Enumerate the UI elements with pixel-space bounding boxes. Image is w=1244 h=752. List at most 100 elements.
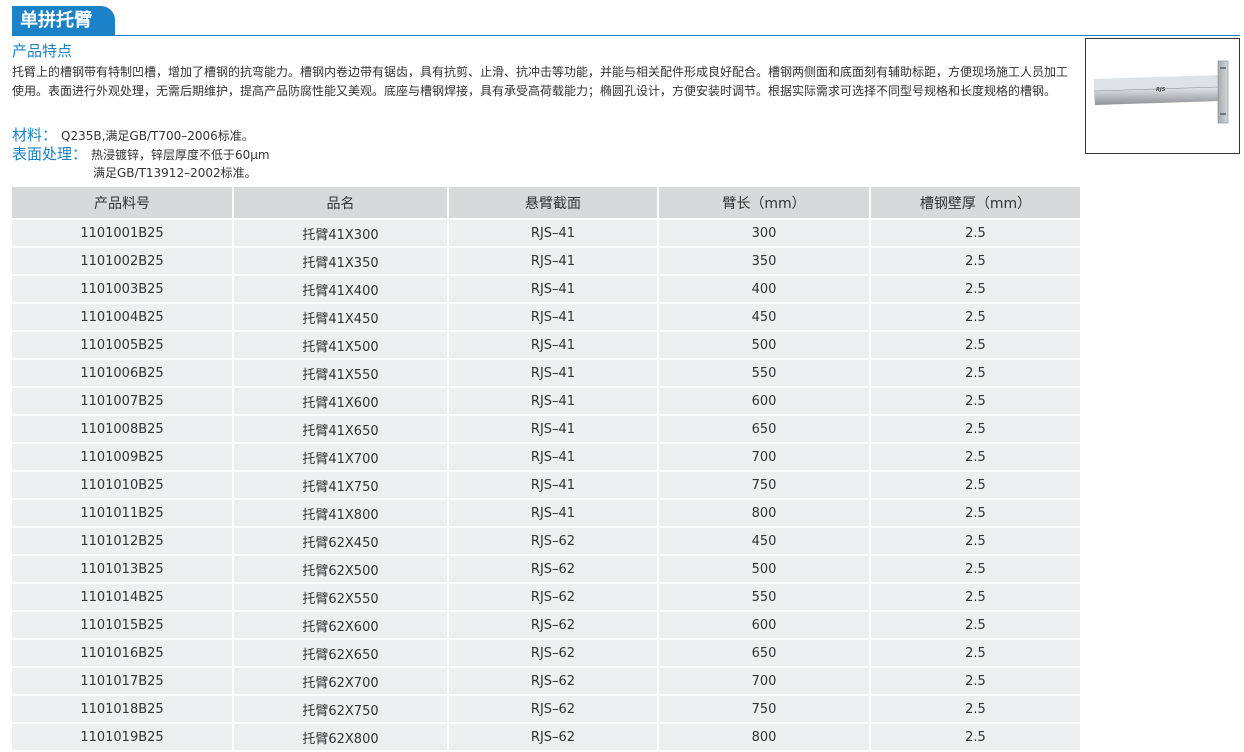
arm-length-cell: 300 <box>658 218 871 247</box>
section-cell: RJS–62 <box>448 526 659 555</box>
part-number-cell: 1101012B25 <box>12 526 234 555</box>
section-cell: RJS–41 <box>448 498 659 527</box>
part-number-cell: 1101015B25 <box>12 610 234 639</box>
section-cell: RJS–41 <box>448 274 659 303</box>
wall-thickness-cell: 2.5 <box>870 722 1080 750</box>
arm-length-cell: 550 <box>658 358 871 387</box>
column-header-part-number: 产品料号 <box>12 187 234 219</box>
title-divider <box>12 35 1240 36</box>
arm-length-cell: 750 <box>658 470 871 499</box>
table-row: 1101008B25 托臂41X650 RJS–41 650 2.5 <box>12 414 1080 443</box>
section-cell: RJS–62 <box>448 554 659 583</box>
table-row: 1101018B25 托臂62X750 RJS–62 750 2.5 <box>12 694 1080 723</box>
wall-thickness-cell: 2.5 <box>870 498 1080 527</box>
wall-thickness-cell: 2.5 <box>870 582 1080 611</box>
part-number-cell: 1101004B25 <box>12 302 234 331</box>
part-number-cell: 1101016B25 <box>12 638 234 667</box>
section-cell: RJS–62 <box>448 582 659 611</box>
column-header-arm-length: 臂长（mm） <box>658 187 871 219</box>
arm-length-cell: 600 <box>658 610 871 639</box>
section-cell: RJS–41 <box>448 386 659 415</box>
wall-thickness-cell: 2.5 <box>870 694 1080 723</box>
section-cell: RJS–41 <box>448 218 659 247</box>
arm-length-cell: 600 <box>658 386 871 415</box>
part-number-cell: 1101002B25 <box>12 246 234 275</box>
arm-length-cell: 750 <box>658 694 871 723</box>
part-number-cell: 1101005B25 <box>12 330 234 359</box>
wall-thickness-cell: 2.5 <box>870 274 1080 303</box>
wall-thickness-cell: 2.5 <box>870 470 1080 499</box>
part-number-cell: 1101014B25 <box>12 582 234 611</box>
product-photo: RJS <box>1085 38 1240 154</box>
arm-length-cell: 500 <box>658 330 871 359</box>
wall-thickness-cell: 2.5 <box>870 442 1080 471</box>
wall-thickness-cell: 2.5 <box>870 610 1080 639</box>
part-number-cell: 1101007B25 <box>12 386 234 415</box>
page-title: 单拼托臂 <box>12 6 115 36</box>
part-number-cell: 1101009B25 <box>12 442 234 471</box>
product-name-cell: 托臂41X550 <box>233 358 449 387</box>
part-number-cell: 1101001B25 <box>12 218 234 247</box>
surface-value-standard: 满足GB/T13912–2002标准。 <box>93 166 257 180</box>
part-number-cell: 1101011B25 <box>12 498 234 527</box>
section-cell: RJS–41 <box>448 470 659 499</box>
arm-length-cell: 700 <box>658 666 871 695</box>
product-name-cell: 托臂62X450 <box>233 526 449 555</box>
wall-thickness-cell: 2.5 <box>870 554 1080 583</box>
section-cell: RJS–41 <box>448 330 659 359</box>
table-row: 1101005B25 托臂41X500 RJS–41 500 2.5 <box>12 330 1080 359</box>
table-row: 1101003B25 托臂41X400 RJS–41 400 2.5 <box>12 274 1080 303</box>
arm-length-cell: 800 <box>658 722 871 750</box>
product-name-cell: 托臂41X600 <box>233 386 449 415</box>
cantilever-arm-image: RJS <box>1093 60 1229 124</box>
table-row: 1101004B25 托臂41X450 RJS–41 450 2.5 <box>12 302 1080 331</box>
column-header-section: 悬臂截面 <box>448 187 659 219</box>
section-cell: RJS–41 <box>448 302 659 331</box>
wall-thickness-cell: 2.5 <box>870 330 1080 359</box>
arm-length-cell: 450 <box>658 302 871 331</box>
part-number-cell: 1101008B25 <box>12 414 234 443</box>
wall-thickness-cell: 2.5 <box>870 246 1080 275</box>
product-name-cell: 托臂62X550 <box>233 582 449 611</box>
table-row: 1101010B25 托臂41X750 RJS–41 750 2.5 <box>12 470 1080 499</box>
arm-length-cell: 800 <box>658 498 871 527</box>
arm-length-cell: 350 <box>658 246 871 275</box>
product-name-cell: 托臂62X700 <box>233 666 449 695</box>
material-line: 材料： Q235B,满足GB/T700–2006标准。 <box>12 124 254 145</box>
specification-table: 产品料号 品名 悬臂截面 臂长（mm） 槽钢壁厚（mm） 1101001B25 托… <box>12 187 1080 750</box>
section-cell: RJS–62 <box>448 722 659 750</box>
product-name-cell: 托臂41X800 <box>233 498 449 527</box>
arm-length-cell: 500 <box>658 554 871 583</box>
table-row: 1101001B25 托臂41X300 RJS–41 300 2.5 <box>12 218 1080 247</box>
surface-label: 表面处理： <box>12 145 88 163</box>
section-cell: RJS–62 <box>448 666 659 695</box>
part-number-cell: 1101018B25 <box>12 694 234 723</box>
arm-length-cell: 700 <box>658 442 871 471</box>
product-name-cell: 托臂41X300 <box>233 218 449 247</box>
section-cell: RJS–62 <box>448 694 659 723</box>
table-row: 1101011B25 托臂41X800 RJS–41 800 2.5 <box>12 498 1080 527</box>
arm-length-cell: 650 <box>658 638 871 667</box>
wall-thickness-cell: 2.5 <box>870 218 1080 247</box>
table-row: 1101017B25 托臂62X700 RJS–62 700 2.5 <box>12 666 1080 695</box>
table-row: 1101016B25 托臂62X650 RJS–62 650 2.5 <box>12 638 1080 667</box>
table-row: 1101012B25 托臂62X450 RJS–62 450 2.5 <box>12 526 1080 555</box>
table-row: 1101019B25 托臂62X800 RJS–62 800 2.5 <box>12 722 1080 750</box>
product-name-cell: 托臂62X500 <box>233 554 449 583</box>
part-number-cell: 1101017B25 <box>12 666 234 695</box>
wall-thickness-cell: 2.5 <box>870 302 1080 331</box>
wall-thickness-cell: 2.5 <box>870 638 1080 667</box>
section-cell: RJS–41 <box>448 442 659 471</box>
wall-thickness-cell: 2.5 <box>870 526 1080 555</box>
arm-length-cell: 650 <box>658 414 871 443</box>
section-cell: RJS–62 <box>448 610 659 639</box>
table-row: 1101006B25 托臂41X550 RJS–41 550 2.5 <box>12 358 1080 387</box>
table-row: 1101007B25 托臂41X600 RJS–41 600 2.5 <box>12 386 1080 415</box>
part-number-cell: 1101003B25 <box>12 274 234 303</box>
arm-length-cell: 550 <box>658 582 871 611</box>
product-marking: RJS <box>1156 87 1166 93</box>
wall-thickness-cell: 2.5 <box>870 358 1080 387</box>
table-row: 1101015B25 托臂62X600 RJS–62 600 2.5 <box>12 610 1080 639</box>
product-name-cell: 托臂62X800 <box>233 722 449 750</box>
section-cell: RJS–41 <box>448 358 659 387</box>
